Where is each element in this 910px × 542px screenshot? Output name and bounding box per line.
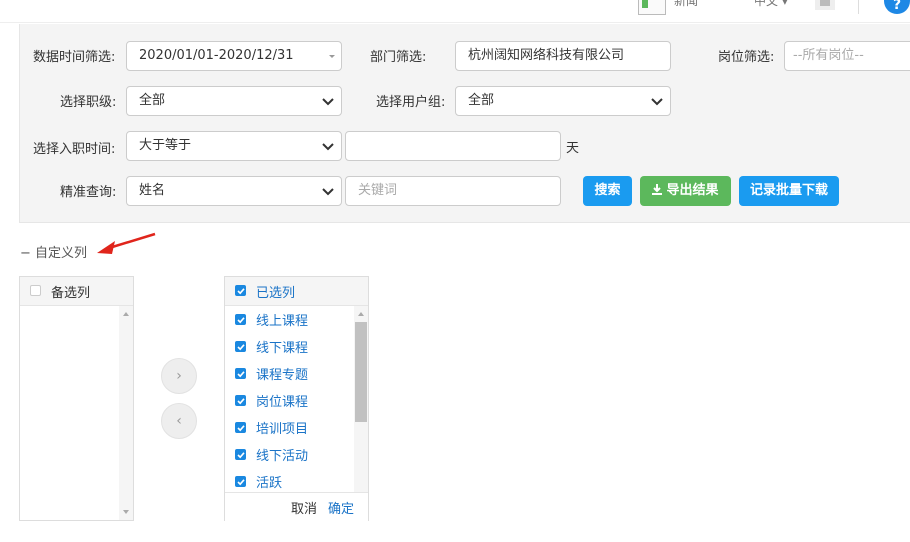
hire-time-label: 选择入职时间: xyxy=(33,142,116,157)
check-icon xyxy=(237,479,245,486)
dept-filter-label: 部门筛选: xyxy=(370,50,427,65)
available-columns-header: 备选列 xyxy=(20,277,133,306)
item-checkbox[interactable] xyxy=(235,476,246,487)
item-label: 线下课程 xyxy=(256,341,309,356)
item-checkbox[interactable] xyxy=(235,314,246,325)
item-label: 培训项目 xyxy=(256,422,309,437)
item-checkbox[interactable] xyxy=(235,368,246,379)
list-item[interactable]: 线下活动 xyxy=(225,441,353,468)
user-group-value: 全部 xyxy=(468,93,495,108)
item-label: 课程专题 xyxy=(256,368,309,383)
list-item[interactable]: 岗位课程 xyxy=(225,387,353,414)
check-icon xyxy=(237,371,245,378)
date-range-input[interactable]: 2020/01/01-2020/12/31 xyxy=(126,41,342,71)
item-label: 线下活动 xyxy=(256,449,309,464)
topbar-divider xyxy=(858,0,859,14)
home-icon[interactable] xyxy=(815,0,835,10)
check-icon xyxy=(237,317,245,324)
item-label: 活跃 xyxy=(256,476,283,491)
dept-select[interactable]: 杭州阔知网络科技有限公司 xyxy=(455,41,671,71)
export-button-label: 导出结果 xyxy=(666,183,719,198)
move-right-button[interactable]: › xyxy=(161,358,197,394)
scroll-up-icon[interactable] xyxy=(123,312,129,316)
date-range-value: 2020/01/01-2020/12/31 xyxy=(139,48,294,63)
move-left-button[interactable]: ‹ xyxy=(161,403,197,439)
hire-operator-select[interactable]: 大于等于 xyxy=(126,131,342,161)
topbar-news-link[interactable]: 新闻 xyxy=(674,0,698,9)
download-icon xyxy=(652,184,663,195)
chevron-down-icon xyxy=(322,98,334,106)
confirm-button[interactable]: 确定 xyxy=(328,498,354,517)
post-placeholder: --所有岗位-- xyxy=(793,48,864,63)
chevron-down-icon xyxy=(322,143,334,151)
item-checkbox[interactable] xyxy=(235,422,246,433)
user-group-label: 选择用户组: xyxy=(376,95,446,110)
post-select[interactable]: --所有岗位-- xyxy=(784,41,910,71)
top-bar: 新闻 中文 ▾ ? xyxy=(0,0,910,23)
scroll-up-icon[interactable] xyxy=(358,312,364,316)
exact-field-value: 姓名 xyxy=(139,183,166,198)
selected-columns-header: 已选列 xyxy=(225,277,368,306)
check-icon xyxy=(237,452,245,459)
filter-panel: 数据时间筛选: 2020/01/01-2020/12/31 部门筛选: 杭州阔知… xyxy=(19,24,910,223)
date-filter-label: 数据时间筛选: xyxy=(33,50,116,65)
scroll-down-icon[interactable] xyxy=(123,510,129,514)
rank-select[interactable]: 全部 xyxy=(126,86,342,116)
selected-select-all-checkbox[interactable] xyxy=(235,285,246,296)
item-checkbox[interactable] xyxy=(235,341,246,352)
batch-download-button[interactable]: 记录批量下载 xyxy=(739,176,839,206)
list-item[interactable]: 课程专题 xyxy=(225,360,353,387)
broken-image-icon xyxy=(638,0,666,15)
selected-scrollbar[interactable] xyxy=(354,306,368,492)
search-button[interactable]: 搜索 xyxy=(583,176,632,206)
scrollbar-thumb[interactable] xyxy=(355,322,367,422)
list-item[interactable]: 活跃 xyxy=(225,468,353,492)
keyword-placeholder: 关键词 xyxy=(358,183,398,198)
item-checkbox[interactable] xyxy=(235,395,246,406)
item-label: 线上课程 xyxy=(256,314,309,329)
rank-label: 选择职级: xyxy=(60,95,117,110)
check-icon xyxy=(237,288,245,295)
available-columns-panel: 备选列 xyxy=(19,276,134,521)
help-icon[interactable]: ? xyxy=(884,0,910,14)
export-button[interactable]: 导出结果 xyxy=(640,176,731,206)
check-icon xyxy=(237,344,245,351)
custom-columns-toggle[interactable]: − 自定义列 xyxy=(20,242,87,261)
dept-value: 杭州阔知网络科技有限公司 xyxy=(468,48,625,63)
list-item[interactable]: 线下课程 xyxy=(225,333,353,360)
available-scrollbar[interactable] xyxy=(119,306,133,520)
available-columns-title: 备选列 xyxy=(51,286,91,301)
list-item[interactable]: 线上课程 xyxy=(225,306,353,333)
item-label: 岗位课程 xyxy=(256,395,309,410)
post-filter-label: 岗位筛选: xyxy=(718,50,775,65)
selected-columns-panel: 已选列 线上课程 线下课程 课程专题 岗位课程 培训项目 线下活动 活跃 取消 … xyxy=(224,276,369,521)
language-select[interactable]: 中文 ▾ xyxy=(754,0,788,9)
check-icon xyxy=(237,398,245,405)
item-checkbox[interactable] xyxy=(235,449,246,460)
hire-operator-value: 大于等于 xyxy=(139,138,192,153)
days-unit-label: 天 xyxy=(566,141,580,156)
caret-down-icon xyxy=(329,55,335,58)
hire-days-input[interactable] xyxy=(345,131,561,161)
chevron-down-icon xyxy=(651,98,663,106)
exact-query-label: 精准查询: xyxy=(60,185,117,200)
exact-field-select[interactable]: 姓名 xyxy=(126,176,342,206)
keyword-input[interactable]: 关键词 xyxy=(345,176,561,206)
selected-panel-footer: 取消 确定 xyxy=(225,492,368,521)
list-item[interactable]: 培训项目 xyxy=(225,414,353,441)
cancel-button[interactable]: 取消 xyxy=(291,498,317,517)
available-select-all-checkbox[interactable] xyxy=(30,285,41,296)
check-icon xyxy=(237,425,245,432)
selected-columns-title: 已选列 xyxy=(256,286,296,301)
chevron-down-icon xyxy=(322,188,334,196)
user-group-select[interactable]: 全部 xyxy=(455,86,671,116)
rank-value: 全部 xyxy=(139,93,166,108)
red-arrow-annotation xyxy=(97,232,156,254)
